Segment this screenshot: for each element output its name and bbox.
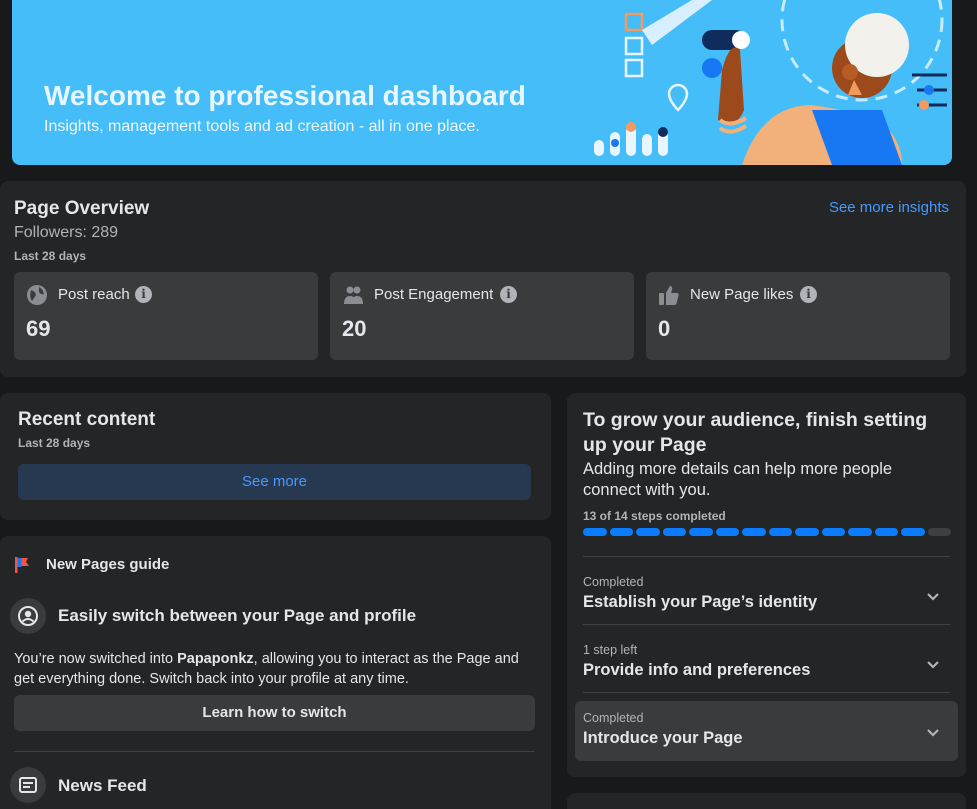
divider: [583, 556, 950, 557]
guide-header: New Pages guide: [46, 556, 170, 573]
progress-segment: [795, 528, 819, 536]
metric-label: New Page likes: [690, 286, 794, 303]
switch-profile-icon-circle: [10, 598, 46, 634]
setup-step-introduce-page[interactable]: Completed Introduce your Page: [575, 701, 958, 761]
news-feed-title: News Feed: [58, 776, 147, 795]
divider: [583, 692, 950, 693]
banner-subtitle: Insights, management tools and ad creati…: [44, 118, 480, 135]
step-label: Establish your Page’s identity: [583, 593, 818, 611]
progress-segment: [874, 528, 898, 536]
metric-value: 20: [342, 316, 367, 341]
divider: [583, 624, 950, 625]
overview-period: Last 28 days: [14, 249, 87, 263]
progress-segment: [609, 528, 633, 536]
followers-count: Followers: 289: [14, 224, 119, 241]
progress-segment: [821, 528, 845, 536]
steps-completed-text: 13 of 14 steps completed: [583, 509, 726, 523]
progress-segment: [848, 528, 872, 536]
next-card: [567, 793, 966, 809]
progress-segment: [662, 528, 686, 536]
overview-title: Page Overview: [14, 198, 150, 219]
step-status: Completed: [583, 575, 644, 589]
switch-profile-icon: [18, 606, 38, 626]
professional-dashboard: Welcome to professional dashboard Insigh…: [0, 0, 977, 809]
progress-segment: [768, 528, 792, 536]
progress-segment: [715, 528, 739, 536]
metric-post-engagement[interactable]: Post Engagement i 20: [330, 272, 634, 360]
people-icon: [344, 286, 363, 304]
switch-profile-text: You’re now switched into Papaponkz, allo…: [14, 649, 542, 689]
news-feed-icon-circle: [10, 767, 46, 803]
step-label: Introduce your Page: [583, 729, 743, 747]
setup-step-provide-info[interactable]: 1 step left Provide info and preferences: [575, 633, 958, 693]
progress-segment: [636, 528, 660, 536]
switch-profile-title: Easily switch between your Page and prof…: [58, 606, 417, 625]
news-feed-icon: [19, 777, 37, 793]
setup-step-establish-identity[interactable]: Completed Establish your Page’s identity: [575, 565, 958, 625]
see-more-insights-link[interactable]: See more insights: [829, 199, 949, 216]
learn-how-to-switch-button[interactable]: Learn how to switch: [14, 695, 535, 731]
info-icon[interactable]: i: [500, 286, 517, 303]
metric-label: Post reach: [58, 286, 130, 303]
info-icon[interactable]: i: [135, 286, 152, 303]
flag-icon: [15, 557, 29, 573]
chevron-down-icon: [927, 661, 939, 669]
progress-segment: [901, 528, 925, 536]
info-icon[interactable]: i: [800, 286, 817, 303]
setup-description: Adding more details can help more people…: [583, 460, 893, 499]
progress-segment: [583, 528, 607, 536]
step-label: Provide info and preferences: [583, 661, 811, 679]
banner-title: Welcome to professional dashboard: [44, 80, 526, 111]
thumbs-up-icon: [659, 286, 679, 305]
switch-text-before: You’re now switched into: [14, 651, 178, 667]
progress-segment: [742, 528, 766, 536]
steps-progress-bar: [583, 528, 951, 536]
recent-content-title: Recent content: [18, 409, 156, 430]
metric-new-page-likes[interactable]: New Page likes i 0: [646, 272, 950, 360]
welcome-banner: Welcome to professional dashboard Insigh…: [12, 0, 952, 165]
progress-segment: [689, 528, 713, 536]
chevron-down-icon: [927, 729, 939, 737]
setup-title: To grow your audience, finish setting up…: [583, 409, 928, 456]
step-status: 1 step left: [583, 643, 638, 657]
metric-value: 69: [26, 316, 51, 341]
globe-icon: [27, 285, 47, 305]
chevron-down-icon: [927, 593, 939, 601]
progress-segment: [927, 528, 951, 536]
step-status: Completed: [583, 711, 644, 725]
page-name: Papaponkz: [177, 651, 254, 667]
metric-value: 0: [658, 316, 671, 341]
metric-post-reach[interactable]: Post reach i 69: [14, 272, 318, 360]
banner-illustration: [594, 0, 947, 165]
divider: [14, 751, 535, 752]
recent-content-period: Last 28 days: [18, 436, 91, 450]
see-more-button[interactable]: See more: [18, 464, 531, 500]
metric-label: Post Engagement: [374, 286, 494, 303]
